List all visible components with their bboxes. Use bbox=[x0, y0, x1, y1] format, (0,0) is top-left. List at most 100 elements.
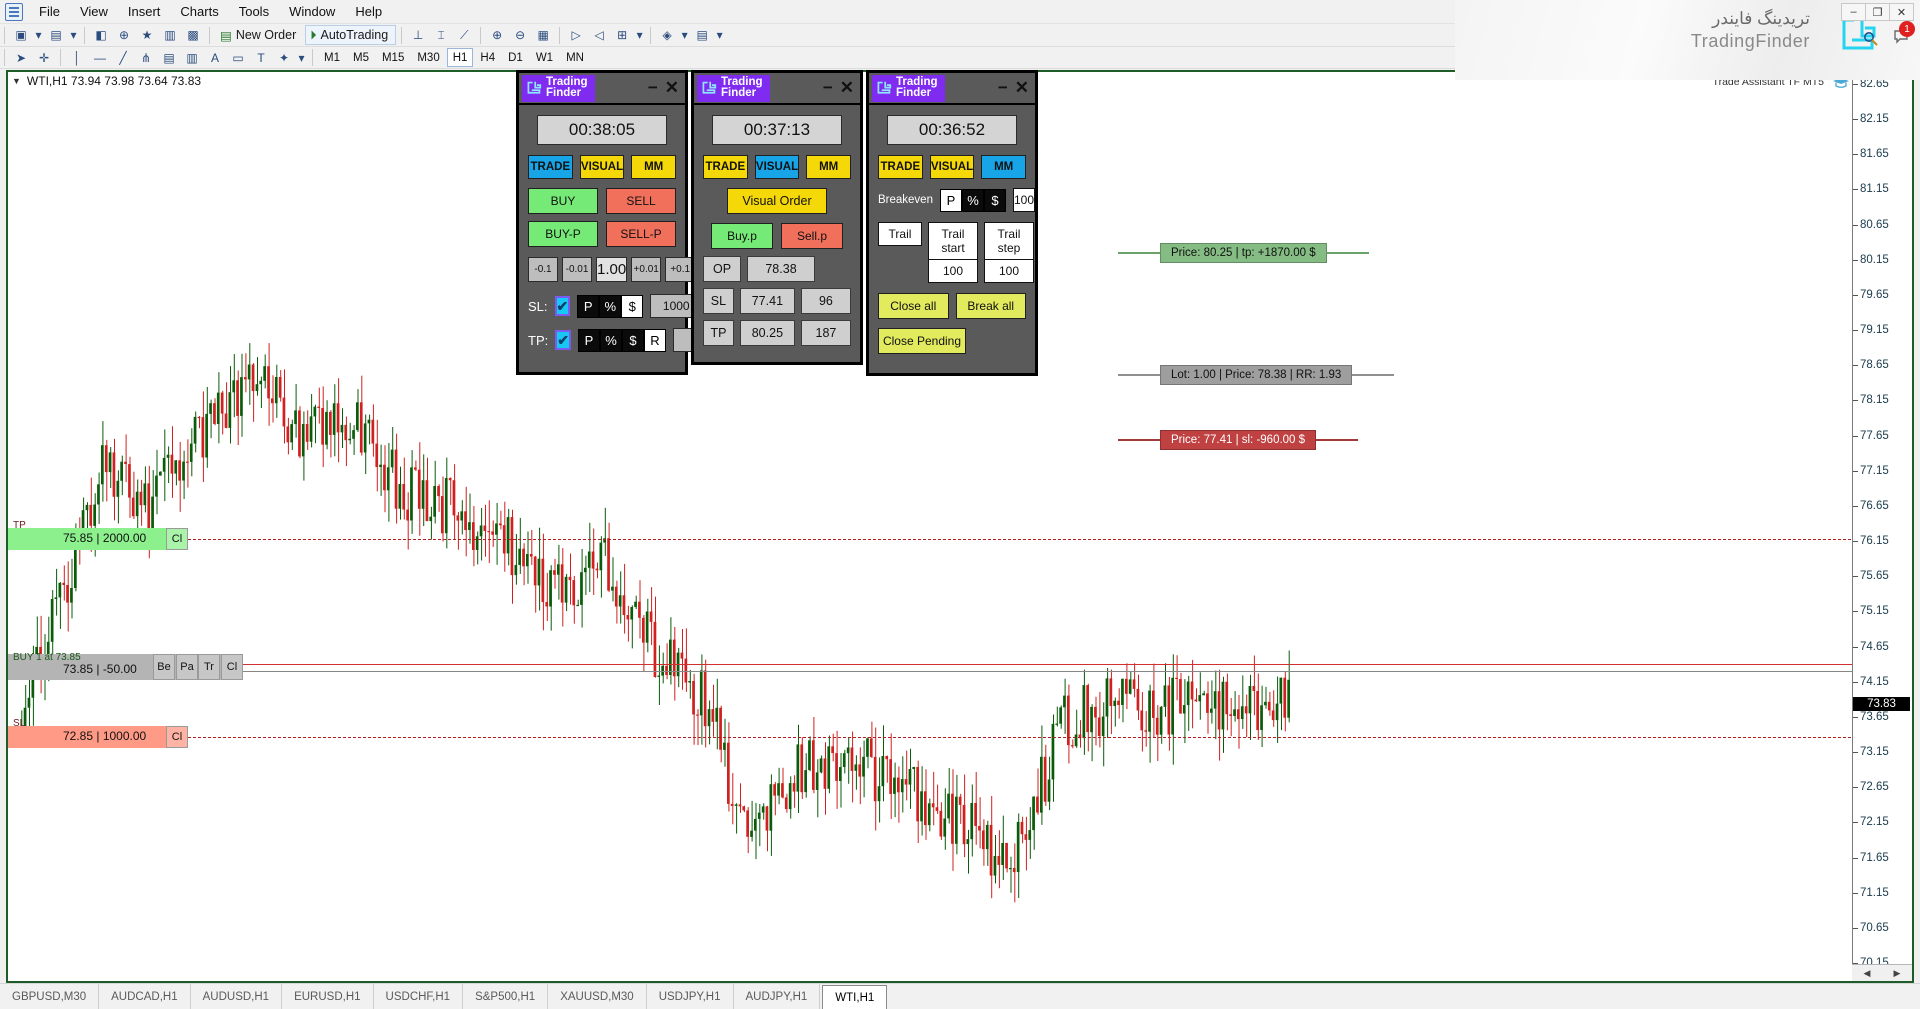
strategy-tester-icon[interactable]: ▩ bbox=[182, 25, 204, 45]
timeframe-m15[interactable]: M15 bbox=[376, 48, 410, 67]
autotrading-button[interactable]: ⏵ AutoTrading bbox=[305, 25, 396, 45]
text-label-icon[interactable]: ▭ bbox=[227, 48, 249, 68]
breakeven-unit-percent[interactable]: % bbox=[962, 189, 984, 212]
trade-panel[interactable]: Trading Finder − ✕ 00:38:05 TRADE VISUAL… bbox=[516, 70, 688, 375]
menu-view[interactable]: View bbox=[70, 1, 118, 22]
trade-panel-minimize-button[interactable]: − bbox=[648, 78, 658, 98]
timeframe-mn[interactable]: MN bbox=[560, 48, 590, 67]
grid-icon[interactable]: ▦ bbox=[532, 25, 554, 45]
visual-tp-price-input[interactable]: 80.25 bbox=[740, 320, 795, 346]
breakeven-unit-dollar[interactable]: $ bbox=[984, 189, 1006, 212]
lot-minus-tenth-button[interactable]: -0.1 bbox=[528, 257, 558, 282]
cursor-icon[interactable]: ➤ bbox=[10, 48, 32, 68]
trendline-icon[interactable]: ╱ bbox=[112, 48, 134, 68]
visual-panel-mode-visual[interactable]: VISUAL bbox=[755, 155, 800, 179]
menu-charts[interactable]: Charts bbox=[170, 1, 228, 22]
toolbox-icon[interactable]: ▥ bbox=[159, 25, 181, 45]
fibonacci-retracement-icon[interactable]: ▤ bbox=[158, 48, 180, 68]
chart-dropdown-icon[interactable]: ▾ bbox=[33, 25, 44, 45]
breakeven-value-input[interactable]: 100 bbox=[1013, 188, 1035, 212]
chart-tab-usdjpy-h1[interactable]: USDJPY,H1 bbox=[647, 984, 734, 1009]
stop-loss-unit-percent[interactable]: % bbox=[599, 295, 621, 318]
chart-tab-gbpusd-m30[interactable]: GBPUSD,M30 bbox=[0, 984, 99, 1009]
equidistant-channel-icon[interactable]: ⋔ bbox=[135, 48, 157, 68]
tp-close-button[interactable]: Cl bbox=[166, 528, 188, 550]
scroll-right-icon[interactable]: ▶ bbox=[1894, 968, 1901, 979]
visual-panel-mode-trade[interactable]: TRADE bbox=[703, 155, 748, 179]
chart-tab-audjpy-h1[interactable]: AUDJPY,H1 bbox=[734, 984, 821, 1009]
stop-loss-checkbox[interactable]: ✔ bbox=[555, 296, 571, 316]
search-icon[interactable] bbox=[1863, 31, 1879, 47]
shapes-dropdown-icon[interactable]: ▾ bbox=[296, 48, 307, 68]
entry-partial-button[interactable]: Pa bbox=[176, 654, 198, 680]
trail-start-input[interactable]: 100 bbox=[928, 260, 978, 283]
pending-sl-level[interactable]: Price: 77.41 | sl: -960.00 $ bbox=[1118, 430, 1358, 450]
take-profit-unit-percent[interactable]: % bbox=[600, 329, 622, 352]
tp-level-band[interactable]: TP 75.85 | 2000.00 Cl bbox=[8, 528, 188, 550]
mm-panel[interactable]: Trading Finder − ✕ 00:36:52 TRADE VISUAL… bbox=[866, 70, 1038, 376]
new-order-button[interactable]: ▤ New Order bbox=[215, 25, 304, 45]
entry-close-button[interactable]: Cl bbox=[221, 654, 243, 680]
trade-panel-titlebar[interactable]: Trading Finder − ✕ bbox=[519, 73, 685, 105]
zoom-in-icon[interactable]: ⊕ bbox=[486, 25, 508, 45]
timeframe-m5[interactable]: M5 bbox=[347, 48, 375, 67]
auto-scroll-icon[interactable]: ▷ bbox=[565, 25, 587, 45]
market-watch-icon[interactable]: ◧ bbox=[90, 25, 112, 45]
entry-trail-button[interactable]: Tr bbox=[198, 654, 220, 680]
trail-step-input[interactable]: 100 bbox=[984, 260, 1034, 283]
menu-window[interactable]: Window bbox=[279, 1, 345, 22]
trade-panel-close-button[interactable]: ✕ bbox=[665, 78, 679, 98]
mm-panel-close-button[interactable]: ✕ bbox=[1015, 78, 1029, 98]
chart-tab-audusd-h1[interactable]: AUDUSD,H1 bbox=[191, 984, 282, 1009]
indicators-dropdown-icon[interactable]: ▾ bbox=[634, 25, 645, 45]
sl-price-line[interactable] bbox=[8, 737, 1856, 738]
close-pending-button[interactable]: Close Pending bbox=[878, 328, 966, 354]
shapes-icon[interactable]: ✦ bbox=[273, 48, 295, 68]
open-price-input[interactable]: 78.38 bbox=[747, 256, 815, 282]
menu-help[interactable]: Help bbox=[345, 1, 392, 22]
chart-shift-icon[interactable]: ◁ bbox=[588, 25, 610, 45]
trade-panel-mode-mm[interactable]: MM bbox=[631, 155, 676, 179]
vertical-line-icon[interactable]: │ bbox=[66, 48, 88, 68]
stop-loss-unit-points[interactable]: P bbox=[577, 295, 599, 318]
notification-wrapper[interactable]: 1 bbox=[1893, 28, 1910, 49]
templates-dropdown-icon[interactable]: ▾ bbox=[714, 25, 725, 45]
new-chart-icon[interactable]: ▣ bbox=[10, 25, 32, 45]
buy-button[interactable]: BUY bbox=[528, 188, 598, 214]
lot-minus-hundredth-button[interactable]: -0.01 bbox=[562, 257, 592, 282]
sell-button[interactable]: SELL bbox=[606, 188, 676, 214]
price-scale[interactable]: 82.6582.1581.6581.1580.6580.1579.6579.15… bbox=[1852, 72, 1912, 981]
take-profit-unit-rr[interactable]: R bbox=[644, 329, 666, 352]
lot-plus-hundredth-button[interactable]: +0.01 bbox=[631, 257, 661, 282]
zoom-out-icon[interactable]: ⊖ bbox=[509, 25, 531, 45]
pending-tp-level[interactable]: Price: 80.25 | tp: +1870.00 $ bbox=[1118, 243, 1369, 263]
tp-price-line[interactable] bbox=[8, 539, 1856, 540]
timeframe-m1[interactable]: M1 bbox=[318, 48, 346, 67]
close-all-button[interactable]: Close all bbox=[878, 293, 949, 319]
navigator-icon[interactable]: ★ bbox=[136, 25, 158, 45]
timeframe-m30[interactable]: M30 bbox=[411, 48, 445, 67]
pending-entry-level[interactable]: Lot: 1.00 | Price: 78.38 | RR: 1.93 bbox=[1118, 365, 1394, 385]
timeframe-h4[interactable]: H4 bbox=[474, 48, 501, 67]
chart-tab-bar[interactable]: GBPUSD,M30AUDCAD,H1AUDUSD,H1EURUSD,H1USD… bbox=[0, 983, 1920, 1009]
mm-panel-mode-visual[interactable]: VISUAL bbox=[930, 155, 975, 179]
candlestick-chart-icon[interactable]: ⌶ bbox=[430, 25, 452, 45]
stop-loss-unit-dollar[interactable]: $ bbox=[621, 295, 643, 318]
chart-tab-audcad-h1[interactable]: AUDCAD,H1 bbox=[99, 984, 190, 1009]
chart-tab-s-p500-h1[interactable]: S&P500,H1 bbox=[463, 984, 548, 1009]
profiles-dropdown-icon[interactable]: ▾ bbox=[68, 25, 79, 45]
bar-chart-icon[interactable]: ⊥ bbox=[407, 25, 429, 45]
buy-pending-button[interactable]: BUY-P bbox=[528, 221, 598, 247]
break-all-button[interactable]: Break all bbox=[956, 293, 1027, 319]
restore-button[interactable]: ❐ bbox=[1865, 3, 1890, 21]
scroll-left-icon[interactable]: ◀ bbox=[1864, 968, 1871, 979]
menu-tools[interactable]: Tools bbox=[229, 1, 279, 22]
chart-tab-wti-h1[interactable]: WTI,H1 bbox=[822, 985, 887, 1009]
sl-level-band[interactable]: SL 72.85 | 1000.00 Cl bbox=[8, 726, 188, 748]
fibonacci-expansion-icon[interactable]: ▥ bbox=[181, 48, 203, 68]
sell-p-button[interactable]: Sell.p bbox=[781, 223, 843, 249]
chart-scroll-controls[interactable]: ◀ ▶ bbox=[1852, 964, 1912, 981]
timeframe-h1[interactable]: H1 bbox=[447, 48, 474, 67]
trade-panel-mode-visual[interactable]: VISUAL bbox=[580, 155, 625, 179]
entry-breakeven-button[interactable]: Be bbox=[153, 654, 175, 680]
